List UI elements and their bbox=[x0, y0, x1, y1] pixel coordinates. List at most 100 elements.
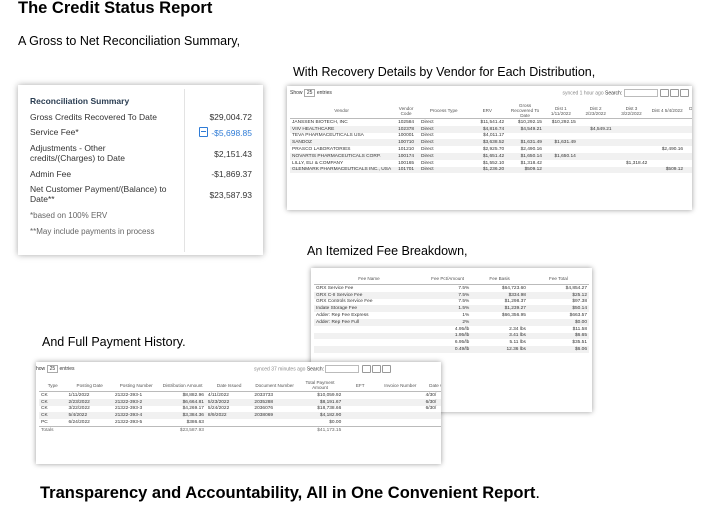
table-cell: $4,549.21 bbox=[577, 125, 614, 133]
document-icon[interactable] bbox=[199, 127, 209, 137]
column-header[interactable]: Total Payment Amount bbox=[296, 379, 344, 392]
table-cell bbox=[377, 412, 424, 420]
service-fee-link[interactable]: -$5,698.85 bbox=[199, 127, 252, 138]
table-cell bbox=[613, 139, 650, 147]
table-cell: 1.95/lb bbox=[423, 332, 472, 340]
table-cell bbox=[613, 152, 650, 160]
table-cell: $2,490.16 bbox=[520, 147, 542, 153]
table-cell: 101210 bbox=[398, 147, 415, 153]
table-cell bbox=[685, 160, 692, 167]
totals-cell: $41,173.15 bbox=[296, 425, 344, 434]
table-cell: CK bbox=[41, 392, 48, 398]
subtitle-payments: And Full Payment History. bbox=[42, 335, 186, 349]
table-cell bbox=[685, 146, 692, 153]
column-header[interactable]: Fee Pct/Amount bbox=[423, 272, 472, 285]
column-header[interactable]: Dist 1 1/11/2022 bbox=[543, 103, 578, 119]
table-cell bbox=[343, 419, 377, 426]
column-header[interactable]: Document Number bbox=[252, 379, 297, 392]
column-header[interactable]: Fee Name bbox=[314, 272, 424, 285]
table-cell: $10,059.92 bbox=[317, 392, 342, 398]
table-cell: 7.5% bbox=[458, 285, 470, 291]
table-cell bbox=[377, 398, 424, 406]
table-cell: GRX Controls Service Fee bbox=[316, 299, 373, 305]
table-row: 1.95/lb 3.41 lbs $6.65 bbox=[314, 332, 589, 340]
table-cell bbox=[649, 152, 686, 160]
table-row: VIIV HEALTHCARE 102378 Direct $4,816.74 $4,5… bbox=[290, 125, 692, 133]
table-cell: $1,552.10 bbox=[482, 160, 505, 166]
column-header[interactable]: Fee Basis bbox=[471, 272, 528, 285]
export-icon[interactable] bbox=[660, 89, 669, 97]
table-cell: 4/11/2022 bbox=[207, 392, 229, 398]
table-cell: 5/4/2022 bbox=[66, 412, 113, 420]
search-input[interactable] bbox=[325, 365, 360, 373]
column-header[interactable]: Gross Recovered To Date bbox=[506, 103, 544, 119]
table-cell bbox=[649, 160, 685, 167]
recon-note-erv: *based on 100% ERV bbox=[30, 211, 108, 220]
column-header[interactable]: Date C bbox=[423, 379, 441, 392]
column-header[interactable]: Dist 3 3/22/2022 bbox=[613, 103, 650, 119]
table-cell bbox=[577, 152, 614, 160]
table-cell bbox=[423, 412, 441, 420]
column-header[interactable]: Process Type bbox=[419, 103, 469, 119]
fee-table: Fee Name Fee Pct/Amount Fee Basis Fee Total… bbox=[314, 272, 589, 353]
table-cell: $50.14 bbox=[527, 305, 589, 313]
table-cell: Direct bbox=[419, 139, 469, 147]
export-icon[interactable] bbox=[361, 365, 371, 373]
table-row: SANDOZ 100710 Direct $3,638.52 $1,631.49 $1,6… bbox=[290, 139, 692, 147]
bottom-tagline-period: . bbox=[535, 484, 540, 502]
column-header[interactable]: Type bbox=[39, 379, 67, 392]
copy-icon[interactable] bbox=[670, 89, 679, 97]
column-header[interactable]: Dist 2 2/23/2022 bbox=[577, 103, 614, 119]
table-cell: $8,191.67 bbox=[296, 398, 344, 406]
column-header[interactable]: Distribution Amount bbox=[159, 379, 206, 392]
table-cell: $509.12 bbox=[649, 166, 686, 174]
totals-cell bbox=[343, 425, 378, 434]
subtitle-reconciliation: A Gross to Net Reconciliation Summary, bbox=[18, 34, 241, 48]
table-cell bbox=[685, 152, 692, 160]
table-cell: $4,816.74 bbox=[468, 125, 507, 133]
column-header[interactable]: Dist 5 6/2 bbox=[685, 103, 692, 119]
table-cell: $1,236.20 bbox=[468, 166, 507, 174]
column-header[interactable]: Dist 4 5/4/2022 bbox=[649, 103, 686, 119]
table-cell: Adder: Rep Fee Express bbox=[316, 313, 369, 319]
table-row: GLENMARK PHARMACEUTICALS INC., USA 101701… bbox=[290, 166, 692, 174]
entries-select[interactable]: 25 bbox=[303, 89, 316, 97]
table-cell bbox=[377, 419, 423, 426]
table-cell: GLENMARK PHARMACEUTICALS INC., USA bbox=[290, 166, 394, 174]
table-row: PC 6/24/2022 21322-393-5 $386.63 $0.00 bbox=[39, 419, 441, 426]
column-header[interactable]: Date Issued bbox=[205, 379, 253, 392]
table-cell bbox=[685, 133, 692, 140]
recon-value[interactable]: -$5,698.85 bbox=[211, 128, 252, 138]
table-cell: $4,549.21 bbox=[506, 125, 544, 133]
column-header[interactable]: EFT bbox=[343, 379, 378, 392]
copy-icon[interactable] bbox=[371, 365, 381, 373]
table-cell: 102584 bbox=[398, 119, 415, 125]
totals-cell bbox=[66, 425, 113, 434]
totals-cell: $23,587.93 bbox=[159, 425, 206, 434]
search-input[interactable] bbox=[623, 89, 658, 97]
table-row: GRX Controls Service Fee 7.5% $1,298.37 $97… bbox=[314, 299, 589, 306]
recon-label: Service Fee* bbox=[30, 127, 79, 137]
print-icon[interactable] bbox=[381, 365, 391, 373]
table-cell: Direct bbox=[421, 133, 434, 139]
table-cell bbox=[613, 125, 650, 133]
entries-select[interactable]: 25 bbox=[46, 365, 59, 373]
table-cell bbox=[614, 133, 650, 140]
column-header[interactable]: Vendor bbox=[290, 103, 394, 119]
column-header[interactable]: Vendor Code bbox=[393, 103, 420, 119]
table-cell: $2,925.70 bbox=[482, 147, 505, 153]
table-cell bbox=[649, 133, 685, 140]
table-cell: $10,292.15 bbox=[517, 119, 542, 125]
column-header[interactable]: Invoice Number bbox=[377, 379, 424, 392]
column-header[interactable]: ERV bbox=[468, 103, 507, 119]
bottom-tagline: Transparency and Accountability, All in … bbox=[40, 484, 540, 503]
table-cell: $25.12 bbox=[527, 291, 589, 299]
column-header[interactable]: Posting Date bbox=[66, 379, 113, 392]
table-cell: Direct bbox=[421, 119, 434, 125]
recon-value: -$1,869.37 bbox=[211, 169, 252, 179]
print-icon[interactable] bbox=[680, 89, 689, 97]
column-header[interactable]: Fee Total bbox=[527, 272, 589, 285]
table-cell: $66,356.95 bbox=[501, 313, 526, 319]
table-cell: $64,723.60 bbox=[501, 285, 526, 291]
column-header[interactable]: Posting Number bbox=[112, 379, 160, 392]
